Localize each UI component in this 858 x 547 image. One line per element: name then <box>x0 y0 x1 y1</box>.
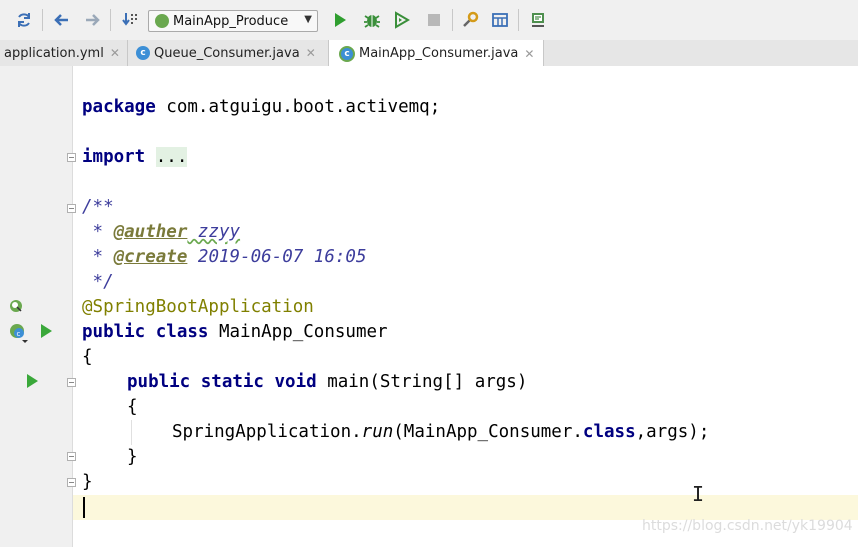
code-line-class-decl: public class MainApp_Consumer <box>82 320 388 345</box>
code-line-brace: { <box>82 347 93 367</box>
close-icon[interactable]: ✕ <box>306 46 316 60</box>
sdk-icon[interactable] <box>528 10 548 30</box>
mouse-ibeam-cursor: I <box>692 482 705 506</box>
indent-guide <box>131 420 132 445</box>
run-configuration-label: MainApp_Produce <box>173 13 289 29</box>
toolbar-separator <box>518 9 519 31</box>
tab-queue-consumer[interactable]: c Queue_Consumer.java ✕ <box>128 40 329 66</box>
settings-icon[interactable] <box>460 10 480 30</box>
code-line-method-brace: { <box>127 397 138 417</box>
toolbar-separator <box>452 9 453 31</box>
spring-class-icon: c <box>339 45 355 62</box>
code-line-doc-create: * @create 2019-06-07 16:05 <box>82 245 367 270</box>
tab-label: Queue_Consumer.java <box>154 45 300 61</box>
doc-author-value: zzyy <box>187 222 241 242</box>
text-caret <box>83 497 85 518</box>
build-icon[interactable] <box>120 10 140 30</box>
fold-marker[interactable] <box>67 153 76 162</box>
main-toolbar: MainApp_Produce ▼ <box>0 0 858 41</box>
spring-boot-class-icon[interactable]: c <box>8 322 28 343</box>
stop-icon[interactable] <box>424 10 444 30</box>
keyword: public class <box>82 322 209 342</box>
keyword: import <box>82 147 146 167</box>
method-call: run <box>361 422 394 442</box>
class-name: MainApp_Consumer <box>208 322 388 342</box>
doc-prefix: * <box>82 222 114 242</box>
spring-boot-icon <box>155 14 169 28</box>
back-icon[interactable] <box>52 10 72 30</box>
code-line-method-decl: public static void main(String[] args) <box>127 370 527 395</box>
call-args: (MainApp_Consumer. <box>393 422 583 442</box>
keyword: package <box>82 97 156 117</box>
folded-imports[interactable]: ... <box>155 147 188 167</box>
forward-icon[interactable] <box>82 10 102 30</box>
code-line-annotation: @SpringBootApplication <box>82 297 314 317</box>
editor-tab-bar: application.yml ✕ c Queue_Consumer.java … <box>0 40 858 67</box>
debug-icon[interactable] <box>362 10 382 30</box>
run-icon[interactable] <box>38 323 54 339</box>
tab-mainapp-consumer[interactable]: c MainApp_Consumer.java ✕ <box>329 40 544 67</box>
close-icon[interactable]: ✕ <box>524 47 534 61</box>
call-args-end: ,args); <box>635 422 710 442</box>
toolbar-separator <box>110 9 111 31</box>
run-icon[interactable] <box>330 10 350 30</box>
watermark: https://blog.csdn.net/yk19904 <box>642 518 853 534</box>
code-line-method-brace-close: } <box>127 447 138 467</box>
call-prefix: SpringApplication. <box>172 422 362 442</box>
current-line-highlight <box>73 495 858 520</box>
tab-application-yml[interactable]: application.yml ✕ <box>0 40 128 66</box>
sync-icon[interactable] <box>14 10 34 30</box>
class-icon: c <box>136 46 150 60</box>
doc-tag-create: @create <box>113 247 188 267</box>
coverage-icon[interactable] <box>392 10 412 30</box>
tab-label: application.yml <box>4 45 104 61</box>
close-icon[interactable]: ✕ <box>110 46 120 60</box>
keyword: public static void <box>127 372 317 392</box>
method-signature: main(String[] args) <box>316 372 528 392</box>
fold-marker[interactable] <box>67 478 76 487</box>
code-line-doc-author: * @auther zzyy <box>82 220 241 245</box>
run-configuration-select[interactable]: MainApp_Produce ▼ <box>148 10 318 32</box>
fold-marker[interactable] <box>67 378 76 387</box>
code-line-brace-close: } <box>82 472 93 492</box>
code-line-package: package com.atguigu.boot.activemq; <box>82 95 440 120</box>
doc-tag-author: @auther <box>113 222 188 242</box>
doc-prefix: * <box>82 247 114 267</box>
fold-marker[interactable] <box>67 452 76 461</box>
fold-marker[interactable] <box>67 204 76 213</box>
keyword: class <box>582 422 636 442</box>
code-line-statement: SpringApplication.run(MainApp_Consumer.c… <box>172 420 709 445</box>
run-icon[interactable] <box>24 373 40 389</box>
doc-create-value: 2019-06-07 16:05 <box>187 247 367 267</box>
code-line-import: import ... <box>82 145 188 170</box>
chevron-down-icon: ▼ <box>304 14 312 25</box>
toolbar-separator <box>42 9 43 31</box>
project-structure-icon[interactable] <box>490 10 510 30</box>
spring-bean-icon[interactable] <box>8 298 24 314</box>
package-name: com.atguigu.boot.activemq; <box>155 97 441 117</box>
tab-label: MainApp_Consumer.java <box>359 46 519 61</box>
code-line-doc-close: */ <box>82 272 114 292</box>
svg-text:c: c <box>17 330 21 338</box>
code-line-doc-open: /** <box>82 197 114 217</box>
